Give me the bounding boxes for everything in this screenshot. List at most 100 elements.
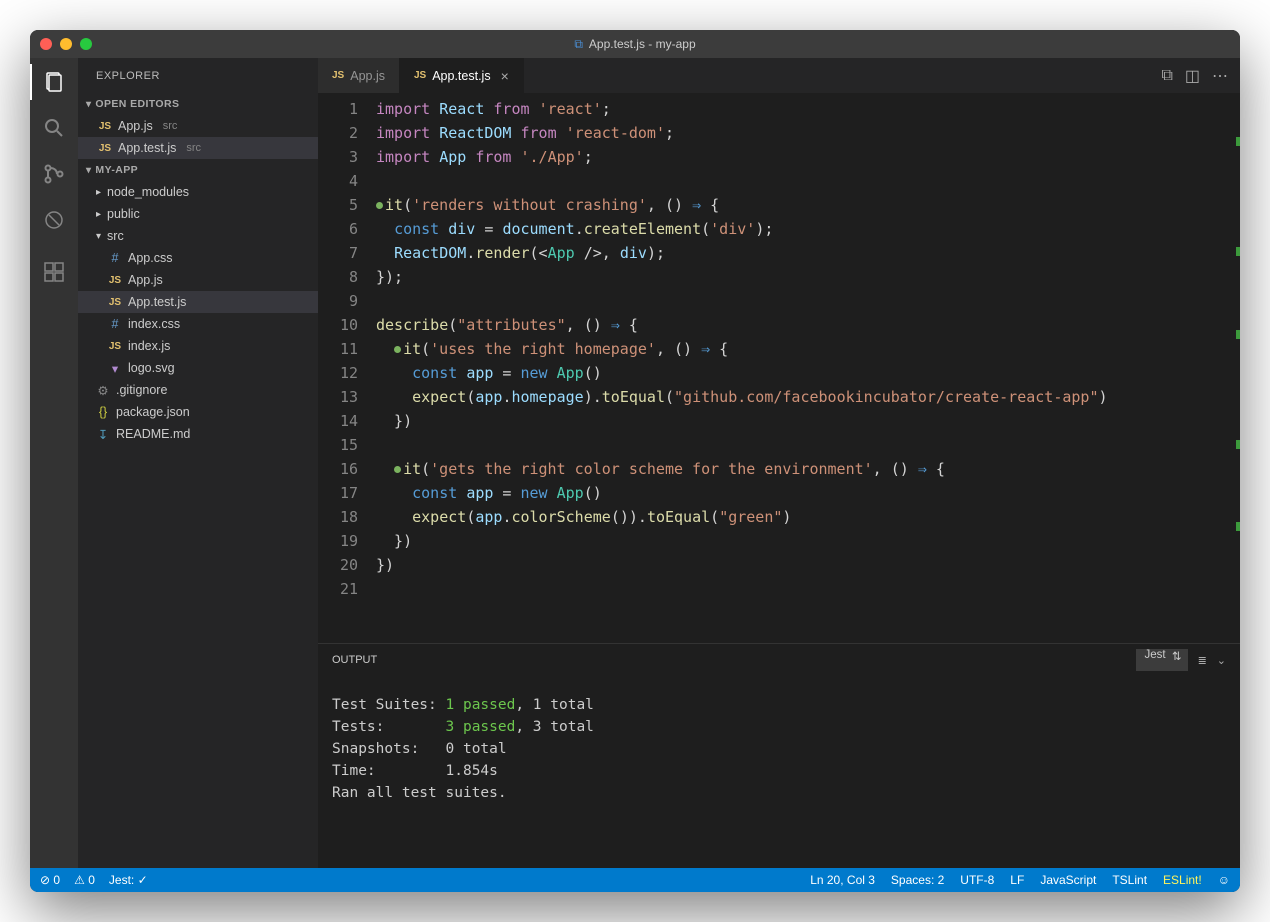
output-channel-select[interactable]: Jest⇅ [1136, 649, 1187, 671]
output-content[interactable]: Test Suites: 1 passed, 1 totalTests: 3 p… [318, 676, 1240, 868]
file-name: App.test.js [118, 141, 176, 155]
debug-icon[interactable] [40, 206, 68, 234]
file-name: App.js [128, 273, 163, 287]
extensions-icon[interactable] [40, 258, 68, 286]
editor-tab[interactable]: JS App.test.js × [400, 58, 524, 93]
file-name: App.js [118, 119, 153, 133]
js-file-icon: JS [108, 341, 122, 352]
file-item[interactable]: #index.css [78, 313, 318, 335]
markdown-file-icon: ↧ [96, 427, 110, 442]
open-editor-item[interactable]: JS App.js src [78, 115, 318, 137]
chevron-icon: ▾ [96, 231, 101, 242]
tab-label: App.test.js [432, 69, 490, 83]
search-icon[interactable] [40, 114, 68, 142]
file-item[interactable]: # App.css [78, 247, 318, 269]
status-encoding[interactable]: UTF-8 [960, 873, 994, 887]
status-eol[interactable]: LF [1010, 873, 1024, 887]
status-tslint[interactable]: TSLint [1112, 873, 1147, 887]
file-item[interactable]: JS App.test.js [78, 291, 318, 313]
folder-item[interactable]: ▾ src [78, 225, 318, 247]
file-name: .gitignore [116, 383, 167, 397]
file-path-hint: src [163, 120, 178, 132]
editor-actions: ⧉ ◫ ⋯ [1161, 58, 1240, 93]
folder-name: public [107, 207, 140, 221]
open-editor-item[interactable]: JS App.test.js src [78, 137, 318, 159]
clear-output-icon[interactable]: ≣ [1198, 654, 1207, 667]
js-file-icon: JS [108, 275, 122, 286]
file-item[interactable]: JS App.js [78, 269, 318, 291]
css-file-icon: # [108, 251, 122, 265]
traffic-lights [40, 38, 92, 50]
minimap[interactable] [1230, 93, 1240, 643]
js-file-icon: JS [98, 143, 112, 154]
editor-area: JS App.js JS App.test.js × ⧉ ◫ ⋯ 12345678910… [318, 58, 1240, 868]
panel-toggle-icon[interactable]: ⌄ [1217, 654, 1226, 667]
split-editor-icon[interactable]: ◫ [1185, 66, 1200, 86]
svg-file-icon: ▾ [108, 361, 122, 376]
open-editors-header[interactable]: ▾ OPEN EDITORS [78, 93, 318, 115]
line-gutter: 123456789101112131415161718192021 [318, 93, 376, 643]
chevron-down-icon: ▾ [86, 99, 91, 110]
folder-name: src [107, 229, 124, 243]
editor-tabs: JS App.js JS App.test.js × ⧉ ◫ ⋯ [318, 58, 1240, 93]
project-header[interactable]: ▾ MY-APP [78, 159, 318, 181]
window-title: ⧉ App.test.js - my-app [574, 37, 695, 52]
titlebar: ⧉ App.test.js - my-app [30, 30, 1240, 58]
tab-label: App.js [350, 69, 385, 83]
js-file-icon: JS [332, 70, 344, 81]
status-language[interactable]: JavaScript [1040, 873, 1096, 887]
minimize-window-button[interactable] [60, 38, 72, 50]
activity-bar [30, 58, 78, 868]
more-icon[interactable]: ⋯ [1212, 66, 1228, 86]
close-window-button[interactable] [40, 38, 52, 50]
file-name: App.css [128, 251, 172, 265]
code-content[interactable]: import React from 'react';import ReactDO… [376, 93, 1240, 643]
status-errors[interactable]: ⊘ 0 [40, 873, 60, 887]
status-bar: ⊘ 0 ⚠ 0 Jest: ✓ Ln 20, Col 3 Spaces: 2 U… [30, 868, 1240, 892]
git-file-icon: ⚙ [96, 383, 110, 398]
test-pass-icon [394, 346, 401, 353]
file-name: index.css [128, 317, 180, 331]
js-file-icon: JS [414, 70, 426, 81]
compare-icon[interactable]: ⧉ [1161, 67, 1172, 85]
sidebar-title: EXPLORER [78, 58, 318, 93]
code-editor[interactable]: 123456789101112131415161718192021 import… [318, 93, 1240, 643]
error-icon: ⊘ [40, 873, 50, 887]
file-path-hint: src [186, 142, 201, 154]
chevron-icon: ▸ [96, 209, 101, 220]
js-file-icon: JS [108, 297, 122, 308]
editor-tab[interactable]: JS App.js [318, 58, 400, 93]
file-item[interactable]: {} package.json [78, 401, 318, 423]
status-warnings[interactable]: ⚠ 0 [74, 873, 95, 887]
folder-name: node_modules [107, 185, 189, 199]
maximize-window-button[interactable] [80, 38, 92, 50]
folder-item[interactable]: ▸ node_modules [78, 181, 318, 203]
file-name: index.js [128, 339, 170, 353]
test-pass-icon [376, 202, 383, 209]
js-file-icon: JS [98, 121, 112, 132]
warning-icon: ⚠ [74, 873, 85, 887]
sidebar: EXPLORER ▾ OPEN EDITORS JS App.js src JS App… [78, 58, 318, 868]
file-item[interactable]: ↧ README.md [78, 423, 318, 445]
folder-item[interactable]: ▸ public [78, 203, 318, 225]
file-name: package.json [116, 405, 190, 419]
feedback-icon[interactable]: ☺ [1218, 873, 1230, 887]
test-pass-icon [394, 466, 401, 473]
json-file-icon: {} [96, 405, 110, 419]
close-tab-icon[interactable]: × [501, 68, 509, 84]
status-cursor[interactable]: Ln 20, Col 3 [810, 873, 875, 887]
status-eslint[interactable]: ESLint! [1163, 873, 1202, 887]
panel-title[interactable]: OUTPUT [332, 654, 377, 666]
status-jest[interactable]: Jest: ✓ [109, 873, 148, 887]
file-item[interactable]: ▾ logo.svg [78, 357, 318, 379]
file-name: App.test.js [128, 295, 186, 309]
file-item[interactable]: ⚙ .gitignore [78, 379, 318, 401]
vscode-icon: ⧉ [574, 37, 583, 52]
file-item[interactable]: JS index.js [78, 335, 318, 357]
source-control-icon[interactable] [40, 160, 68, 188]
explorer-icon[interactable] [40, 68, 68, 96]
status-spaces[interactable]: Spaces: 2 [891, 873, 944, 887]
chevron-down-icon: ▾ [86, 165, 91, 176]
file-name: logo.svg [128, 361, 175, 375]
file-name: README.md [116, 427, 190, 441]
